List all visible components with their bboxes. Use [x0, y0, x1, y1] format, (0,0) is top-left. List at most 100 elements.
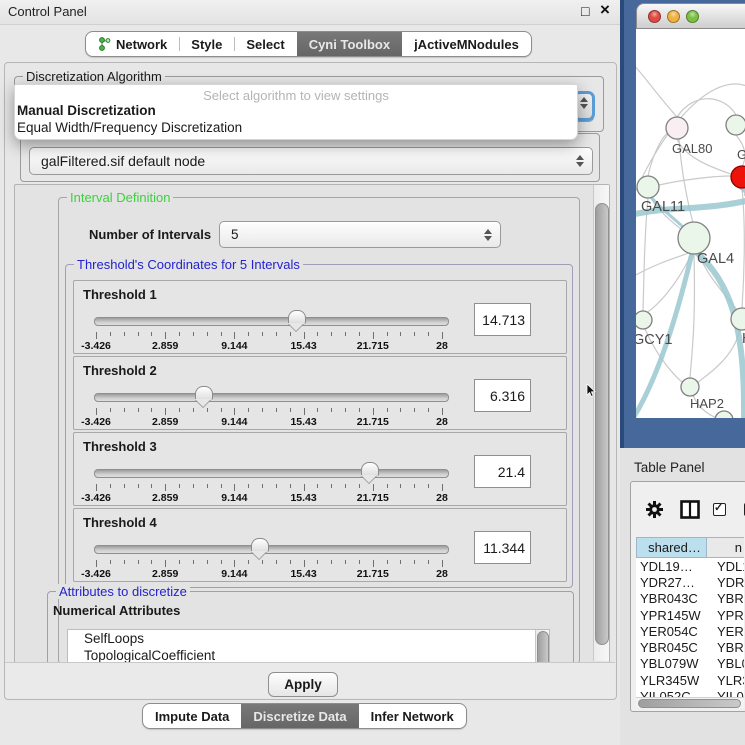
tab-infer-network[interactable]: Infer Network — [359, 704, 466, 728]
num-intervals-combo[interactable]: 5 — [219, 221, 501, 248]
tab-label: Network — [116, 37, 167, 52]
tab-discretize-data[interactable]: Discretize Data — [241, 704, 358, 728]
table-hscrollbar[interactable] — [636, 697, 744, 708]
cell-name[interactable]: YBR0 — [711, 640, 744, 655]
cell-name[interactable]: YDR2 — [711, 575, 744, 590]
slider-handle[interactable] — [288, 310, 306, 324]
threshold-slider[interactable]: -3.4262.8599.14415.4321.71528 — [94, 541, 448, 577]
apply-button[interactable]: Apply — [268, 672, 338, 697]
split-columns-icon[interactable] — [680, 500, 700, 519]
network-edge[interactable] — [742, 188, 744, 308]
cell-shared-name[interactable]: YBL079W — [636, 656, 711, 671]
settings-scrollbar[interactable] — [593, 185, 609, 661]
mac-minimize-button[interactable] — [667, 10, 680, 23]
combo-arrows-icon — [483, 229, 492, 241]
scale-label: 21.715 — [357, 492, 389, 504]
threshold-slider[interactable]: -3.4262.8599.14415.4321.71528 — [94, 313, 448, 349]
network-node[interactable] — [731, 166, 745, 188]
algorithm-option[interactable]: Equal Width/Frequency Discretization — [17, 120, 242, 135]
table-row[interactable]: YBR043CYBR0 — [636, 591, 744, 607]
float-window-icon[interactable]: □ — [581, 3, 589, 19]
cell-name[interactable]: YIL0 — [711, 689, 744, 697]
algorithm-option[interactable]: Manual Discretization — [17, 103, 156, 118]
cell-shared-name[interactable]: YER054C — [636, 624, 711, 639]
tab-style[interactable]: Style — [179, 32, 234, 56]
table-hscrollbar-thumb[interactable] — [638, 699, 741, 708]
network-canvas[interactable]: GAL80G.CGAL11GAL4GCY1HHAP2 — [636, 29, 745, 418]
mac-close-button[interactable] — [648, 10, 661, 23]
network-edge[interactable] — [636, 63, 677, 117]
table-row[interactable]: YDL19…YDL1 — [636, 558, 744, 574]
network-edge[interactable] — [659, 176, 731, 185]
table-row[interactable]: YPR145WYPR1 — [636, 607, 744, 623]
cell-name[interactable]: YDL1 — [711, 559, 744, 574]
table-row[interactable]: YDR27…YDR2 — [636, 574, 744, 590]
cell-shared-name[interactable]: YLR345W — [636, 673, 711, 688]
threshold-value-input[interactable]: 14.713 — [474, 303, 531, 336]
table-row[interactable]: YIL052CYIL0 — [636, 688, 744, 697]
network-node[interactable] — [726, 115, 745, 135]
network-node[interactable] — [666, 117, 688, 139]
settings-scrollbar-thumb[interactable] — [595, 203, 609, 645]
network-tree-icon — [98, 37, 111, 51]
cell-shared-name[interactable]: YBR043C — [636, 591, 711, 606]
network-edge[interactable] — [648, 132, 669, 176]
cell-name[interactable]: YBR0 — [711, 591, 744, 606]
cell-shared-name[interactable]: YPR145W — [636, 608, 711, 623]
cell-shared-name[interactable]: YDL19… — [636, 559, 711, 574]
tab-jactivemnodules[interactable]: jActiveMNodules — [402, 32, 531, 56]
network-edge[interactable] — [697, 329, 740, 383]
tick-mark — [221, 560, 222, 564]
network-node[interactable] — [678, 222, 710, 254]
cell-shared-name[interactable]: YBR045C — [636, 640, 711, 655]
table-row[interactable]: YBR045CYBR0 — [636, 639, 744, 655]
mac-zoom-button[interactable] — [686, 10, 699, 23]
network-edge[interactable] — [690, 254, 694, 378]
cell-shared-name[interactable]: YDR27… — [636, 575, 711, 590]
slider-handle[interactable] — [195, 386, 213, 400]
close-window-icon[interactable]: × — [600, 0, 610, 20]
tick-mark — [428, 560, 429, 564]
network-node[interactable] — [681, 378, 699, 396]
slider-handle[interactable] — [361, 462, 379, 476]
network-node[interactable] — [636, 311, 652, 329]
threshold-value-input[interactable]: 11.344 — [474, 531, 531, 564]
table-row[interactable]: YER054CYER0 — [636, 623, 744, 639]
network-window-titlebar — [636, 3, 745, 29]
threshold-slider[interactable]: -3.4262.8599.14415.4321.71528 — [94, 465, 448, 501]
network-node[interactable] — [637, 176, 659, 198]
slider-track[interactable] — [94, 469, 449, 478]
cell-name[interactable]: YPR1 — [711, 608, 744, 623]
cell-shared-name[interactable]: YIL052C — [636, 689, 711, 697]
slider-scale-labels: -3.4262.8599.14415.4321.71528 — [94, 416, 448, 428]
slider-track[interactable] — [94, 317, 449, 326]
threshold-value-input[interactable]: 21.4 — [474, 455, 531, 488]
threshold-value-input[interactable]: 6.316 — [474, 379, 531, 412]
attribute-list-item[interactable]: SelfLoops — [68, 630, 549, 647]
thresholds-group: Threshold's Coordinates for 5 Intervals … — [65, 264, 573, 588]
slider-track[interactable] — [94, 545, 449, 554]
network-edge[interactable] — [677, 99, 736, 117]
slider-track[interactable] — [94, 393, 449, 402]
tab-network[interactable]: Network — [86, 32, 179, 56]
tick-mark — [414, 560, 415, 564]
tab-select[interactable]: Select — [234, 32, 296, 56]
slider-handle[interactable] — [251, 538, 269, 552]
tab-cyni-toolbox[interactable]: Cyni Toolbox — [297, 32, 402, 56]
column-header-shared-name[interactable]: shared… — [637, 538, 707, 557]
cell-name[interactable]: YER0 — [711, 624, 744, 639]
network-node[interactable] — [715, 411, 733, 418]
cell-name[interactable]: YLR3 — [711, 673, 744, 688]
table-data-combo[interactable]: galFiltered.sif default node — [29, 147, 593, 175]
table-row[interactable]: YBL079WYBL0 — [636, 656, 744, 672]
column-header-name[interactable]: n — [707, 538, 744, 557]
checkbox-icon[interactable] — [713, 503, 726, 516]
tick-mark — [138, 408, 139, 412]
tab-impute-data[interactable]: Impute Data — [143, 704, 241, 728]
gear-icon[interactable] — [645, 500, 664, 519]
cell-name[interactable]: YBL0 — [711, 656, 744, 671]
tick-mark — [165, 332, 166, 339]
threshold-slider[interactable]: -3.4262.8599.14415.4321.71528 — [94, 389, 448, 425]
table-row[interactable]: YLR345WYLR3 — [636, 672, 744, 688]
network-edge-highlighted[interactable] — [694, 250, 744, 418]
